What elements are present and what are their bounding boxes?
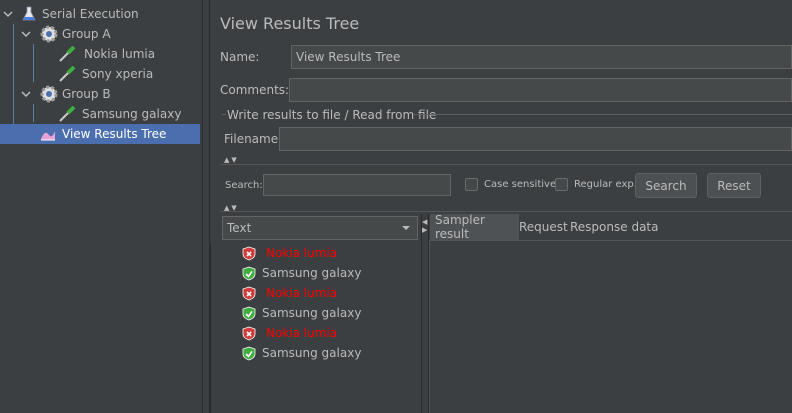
pipette-icon xyxy=(58,65,78,82)
result-item[interactable]: Samsung galaxy xyxy=(242,343,361,363)
splitter-vertical[interactable] xyxy=(202,0,210,413)
regular-exp-checkbox[interactable] xyxy=(555,178,568,191)
section-border xyxy=(222,114,226,115)
tree-guide-line xyxy=(13,24,14,130)
renderer-select[interactable]: Text xyxy=(222,216,418,240)
tree-item-label: Group A xyxy=(62,27,111,41)
filename-label: Filename xyxy=(224,132,279,146)
result-item[interactable]: Nokia lumia xyxy=(242,323,337,343)
tab-label: Sampler result xyxy=(435,213,485,241)
comments-field[interactable] xyxy=(289,78,792,102)
name-label: Name: xyxy=(220,50,260,64)
tab-request[interactable]: Request xyxy=(519,214,568,240)
tree-item-label: Samsung galaxy xyxy=(82,107,182,121)
success-shield-icon xyxy=(242,306,256,321)
divider xyxy=(220,211,792,212)
result-label: Samsung galaxy xyxy=(262,346,362,360)
result-item[interactable]: Samsung galaxy xyxy=(242,263,361,283)
case-sensitive-label: Case sensitive xyxy=(484,179,557,190)
error-shield-icon xyxy=(242,286,256,301)
pane-border xyxy=(210,243,211,413)
flask-icon xyxy=(22,6,36,22)
tree-item-group-a[interactable]: Group A xyxy=(20,24,202,44)
error-shield-icon xyxy=(242,246,256,261)
result-item[interactable]: Nokia lumia xyxy=(242,243,337,263)
divider xyxy=(220,164,792,165)
search-input[interactable] xyxy=(263,174,451,196)
tree-item-label: View Results Tree xyxy=(62,127,167,141)
result-item[interactable]: Nokia lumia xyxy=(242,283,337,303)
gear-icon xyxy=(40,85,58,103)
result-label: Nokia lumia xyxy=(266,326,338,340)
content-border xyxy=(429,241,430,413)
splitter-vertical[interactable] xyxy=(421,214,429,413)
error-shield-icon xyxy=(242,326,256,341)
result-label: Samsung galaxy xyxy=(262,266,362,280)
pipette-icon xyxy=(58,105,78,122)
pipette-icon xyxy=(58,45,78,62)
chevron-down-icon[interactable] xyxy=(2,8,14,20)
tree-item-serial-execution[interactable]: Serial Execution xyxy=(0,4,202,24)
tab-sampler-result[interactable]: Sampler result xyxy=(430,213,519,241)
regular-exp-label: Regular exp. xyxy=(574,179,637,190)
chevron-down-icon[interactable] xyxy=(20,28,32,40)
tree-item-nokia-lumia[interactable]: Nokia lumia xyxy=(58,44,202,64)
gear-icon xyxy=(40,25,58,43)
result-item[interactable]: Samsung galaxy xyxy=(242,303,361,323)
results-tree-icon xyxy=(40,127,56,141)
success-shield-icon xyxy=(242,266,256,281)
result-label: Samsung galaxy xyxy=(262,306,362,320)
chevron-down-icon[interactable] xyxy=(20,88,32,100)
page-title: View Results Tree xyxy=(220,14,360,33)
result-label: Nokia lumia xyxy=(266,246,338,260)
tree-guide-line xyxy=(33,104,34,122)
success-shield-icon xyxy=(242,346,256,361)
renderer-select-value: Text xyxy=(227,221,252,235)
tree-item-group-b[interactable]: Group B xyxy=(20,84,202,104)
tree-item-sony-xperia[interactable]: Sony xperia xyxy=(58,64,202,84)
tab-response-data[interactable]: Response data xyxy=(570,214,658,240)
tab-border xyxy=(429,240,792,241)
tree-item-samsung-galaxy[interactable]: Samsung galaxy xyxy=(58,104,202,124)
tree-item-label: Serial Execution xyxy=(42,7,139,21)
case-sensitive-checkbox[interactable] xyxy=(465,178,478,191)
split-arrows-icon[interactable]: ◀ ▶ xyxy=(422,218,427,234)
filename-field[interactable] xyxy=(279,127,792,151)
reset-button[interactable]: Reset xyxy=(707,173,761,198)
collapse-arrows-icon[interactable]: ▲▼ xyxy=(224,156,239,164)
search-label: Search: xyxy=(225,180,263,191)
result-label: Nokia lumia xyxy=(266,286,338,300)
section-border xyxy=(413,114,792,115)
tree-item-label: Group B xyxy=(62,87,111,101)
tree-guide-line xyxy=(33,44,34,82)
test-plan-tree[interactable]: Serial Execution Group A Nokia lumia Son… xyxy=(0,0,202,413)
comments-label: Comments: xyxy=(220,83,290,97)
chevron-down-icon xyxy=(401,217,411,246)
file-section-title: Write results to file / Read from file xyxy=(227,108,437,122)
tab-label: Response data xyxy=(570,220,659,234)
tree-item-label: Sony xperia xyxy=(82,67,154,81)
name-field[interactable]: View Results Tree xyxy=(291,45,792,69)
tree-item-view-results-tree[interactable]: View Results Tree xyxy=(0,124,200,144)
search-button[interactable]: Search xyxy=(635,173,697,198)
tab-label: Request xyxy=(519,220,568,234)
tree-item-label: Nokia lumia xyxy=(84,47,156,61)
